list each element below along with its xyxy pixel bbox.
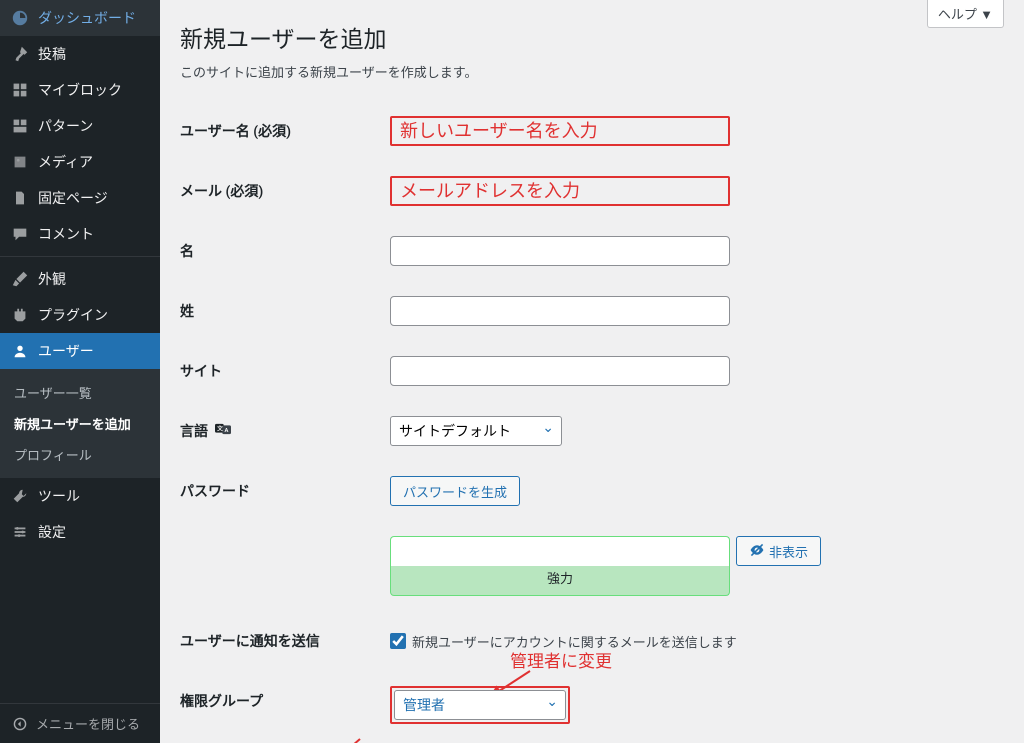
password-strength: 強力	[390, 566, 730, 596]
lastname-label: 姓	[180, 304, 194, 320]
sidebar-item-users[interactable]: ユーザー	[0, 333, 160, 369]
email-label: メール (必須)	[180, 184, 263, 200]
username-annotation: 新しいユーザー名を入力	[390, 116, 730, 146]
hide-password-button[interactable]: 非表示	[736, 536, 821, 566]
email-annotation: メールアドレスを入力	[390, 176, 730, 206]
sidebar-item-plugins[interactable]: プラグイン	[0, 297, 160, 333]
brush-icon	[10, 269, 30, 289]
user-form: ユーザー名 (必須) 新しいユーザー名を入力 メール (必須) メールアドレスを…	[180, 101, 1004, 739]
collapse-menu[interactable]: メニューを閉じる	[0, 703, 160, 743]
comment-icon	[10, 224, 30, 244]
sidebar-label: 投稿	[38, 44, 66, 64]
user-icon	[10, 341, 30, 361]
sidebar-label: メディア	[38, 152, 93, 172]
page-description: このサイトに追加する新規ユーザーを作成します。	[180, 62, 1004, 81]
collapse-icon	[10, 717, 30, 731]
firstname-input[interactable]	[390, 236, 730, 266]
submenu-item-all-users[interactable]: ユーザー一覧	[0, 377, 160, 408]
sidebar-label: コメント	[38, 224, 94, 244]
help-tab[interactable]: ヘルプ ▼	[927, 0, 1004, 28]
sidebar-label: ツール	[38, 486, 80, 506]
eye-slash-icon	[749, 542, 765, 561]
website-label: サイト	[180, 364, 222, 380]
page-icon	[10, 188, 30, 208]
sidebar-item-settings[interactable]: 設定	[0, 514, 160, 550]
generate-password-button[interactable]: パスワードを生成	[390, 476, 520, 506]
sidebar-submenu: ユーザー一覧 新規ユーザーを追加 プロフィール	[0, 369, 160, 478]
main-content: ヘルプ ▼ 新規ユーザーを追加 このサイトに追加する新規ユーザーを作成します。 …	[160, 0, 1024, 743]
username-label: ユーザー名 (必須)	[180, 124, 291, 140]
page-title: 新規ユーザーを追加	[180, 20, 1004, 54]
sidebar-item-posts[interactable]: 投稿	[0, 36, 160, 72]
pattern-icon	[10, 116, 30, 136]
sidebar-item-tools[interactable]: ツール	[0, 478, 160, 514]
svg-text:A: A	[225, 428, 229, 434]
sidebar-item-comments[interactable]: コメント	[0, 216, 160, 252]
sidebar-item-dashboard[interactable]: ダッシュボード	[0, 0, 160, 36]
pin-icon	[10, 44, 30, 64]
dashboard-icon	[10, 8, 30, 28]
sidebar-item-myblocks[interactable]: マイブロック	[0, 72, 160, 108]
website-input[interactable]	[390, 356, 730, 386]
notify-label: ユーザーに通知を送信	[180, 634, 320, 650]
firstname-label: 名	[180, 244, 194, 260]
lastname-input[interactable]	[390, 296, 730, 326]
settings-icon	[10, 522, 30, 542]
sidebar-label: プラグイン	[38, 305, 108, 325]
sidebar-label: マイブロック	[38, 80, 122, 100]
role-select[interactable]: 管理者	[394, 690, 566, 720]
submenu-item-profile[interactable]: プロフィール	[0, 439, 160, 470]
notify-checkbox[interactable]	[390, 633, 406, 649]
submenu-item-add-new[interactable]: 新規ユーザーを追加	[0, 408, 160, 439]
sidebar-label: 固定ページ	[38, 188, 108, 208]
sidebar-label: 設定	[38, 522, 66, 542]
admin-sidebar: ダッシュボード 投稿 マイブロック パターン メディア	[0, 0, 160, 743]
language-label: 言語 文A	[180, 424, 231, 440]
blocks-icon	[10, 80, 30, 100]
sidebar-label: ユーザー	[38, 341, 94, 361]
collapse-label: メニューを閉じる	[36, 714, 140, 733]
translate-icon: 文A	[215, 422, 231, 440]
media-icon	[10, 152, 30, 172]
sidebar-item-pages[interactable]: 固定ページ	[0, 180, 160, 216]
role-label: 権限グループ	[180, 694, 263, 710]
sidebar-label: パターン	[38, 116, 93, 136]
sidebar-label: ダッシュボード	[38, 8, 136, 28]
sidebar-item-patterns[interactable]: パターン	[0, 108, 160, 144]
sidebar-item-media[interactable]: メディア	[0, 144, 160, 180]
role-select-highlight: 管理者	[390, 686, 570, 724]
sidebar-item-appearance[interactable]: 外観	[0, 261, 160, 297]
plugin-icon	[10, 305, 30, 325]
tool-icon	[10, 486, 30, 506]
language-select[interactable]: サイトデフォルト	[390, 416, 562, 446]
role-annotation: 管理者に変更	[510, 647, 612, 672]
password-label: パスワード	[180, 484, 250, 500]
password-input[interactable]	[390, 536, 730, 566]
sidebar-label: 外観	[38, 269, 66, 289]
